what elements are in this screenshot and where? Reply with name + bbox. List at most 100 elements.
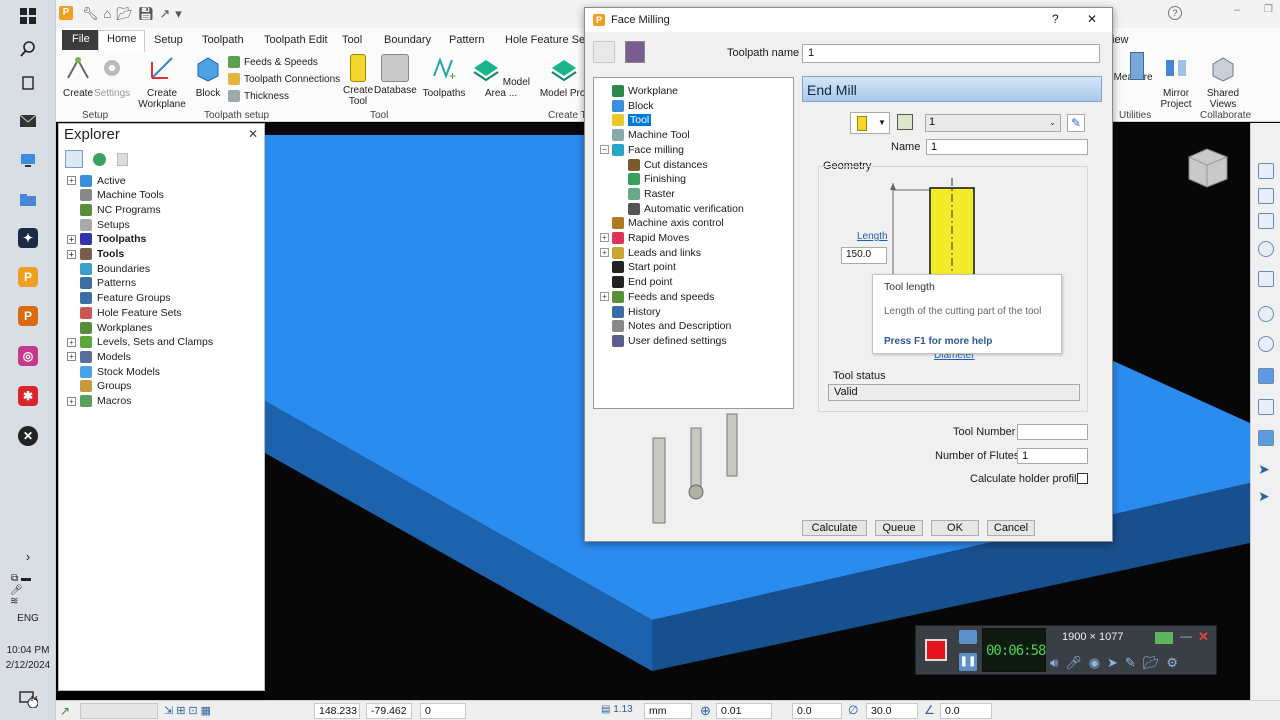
view-side-icon[interactable] <box>1258 213 1274 229</box>
flutes-input[interactable]: 1 <box>1017 448 1088 464</box>
cancel-button[interactable]: Cancel <box>987 520 1035 536</box>
tool-number-input[interactable] <box>1017 424 1088 440</box>
dialog-tree-item[interactable]: Notes and Description <box>612 319 731 333</box>
tab-hole-feature-set[interactable]: Hole Feature Set <box>497 32 596 50</box>
record-stop-button[interactable] <box>925 639 947 661</box>
explorer-item[interactable]: + Levels, Sets and Clamps <box>67 335 213 350</box>
database-button[interactable]: Database <box>374 54 417 96</box>
dialog-tree-item[interactable]: End point <box>612 275 672 289</box>
explorer-item[interactable]: Setups <box>67 217 130 232</box>
camera-icon[interactable] <box>959 630 977 644</box>
tray-mic-icon[interactable]: 🎤︎ ≋ <box>10 585 32 607</box>
pause-icon[interactable]: ❚❚ <box>959 653 977 671</box>
explorer-item[interactable]: Workplanes <box>67 320 152 335</box>
dialog-help-button[interactable]: ? <box>1052 12 1059 26</box>
explorer-item[interactable]: + Models <box>67 349 131 364</box>
restore-button[interactable]: ❐ <box>1264 4 1273 15</box>
select-arrow-icon[interactable]: ➤ <box>1258 461 1274 477</box>
calculate-button[interactable]: Calculate <box>802 520 867 536</box>
create-tool-button[interactable]: Create Tool <box>340 54 376 107</box>
dialog-tree-item[interactable]: Raster <box>628 187 675 201</box>
dialog-tree-item[interactable]: Start point <box>612 260 676 274</box>
dialog-tree-item[interactable]: − Face milling <box>600 143 684 157</box>
create-workplane-button[interactable]: Create Workplane <box>134 54 190 110</box>
toolpath-settings-icon[interactable] <box>593 41 615 63</box>
expand-toggle-icon[interactable]: + <box>600 291 609 301</box>
tab-setup[interactable]: Setup <box>146 32 191 50</box>
windows-start-icon[interactable] <box>17 5 39 27</box>
mail-icon[interactable] <box>17 110 39 132</box>
recorder-tools[interactable]: 🔊︎🎤︎◉➤✎📂︎⚙ <box>1050 655 1185 671</box>
length-input[interactable]: 150.0 <box>841 247 887 264</box>
dialog-tree-item[interactable]: Tool <box>612 113 652 127</box>
expand-toggle-icon[interactable]: + <box>67 337 76 347</box>
mirror-project-button[interactable]: Mirror Project <box>1156 54 1196 110</box>
dialog-tree-item[interactable]: + Feeds and speeds <box>600 290 714 304</box>
powermill-icon[interactable]: P <box>18 267 38 287</box>
shared-views-button[interactable]: Shared Views <box>1201 54 1245 110</box>
toolpath-name-input[interactable]: 1 <box>802 44 1100 63</box>
expand-toggle-icon[interactable]: + <box>67 249 76 259</box>
create-button[interactable]: Create <box>60 54 96 99</box>
clock-date[interactable]: 2/12/2024 <box>0 660 56 671</box>
tab-tool[interactable]: Tool <box>334 32 370 50</box>
photo-app-icon[interactable]: ✦ <box>18 228 38 248</box>
task-view-icon[interactable] <box>17 72 39 94</box>
explorer-item[interactable]: Groups <box>67 379 131 394</box>
app-icon[interactable]: ◎ <box>18 346 38 366</box>
holder-profile-checkbox[interactable] <box>1077 473 1088 484</box>
chevron-right-icon[interactable]: › <box>17 545 39 567</box>
zoom-extents-icon[interactable] <box>1258 336 1274 352</box>
autodesk-icon[interactable]: ✱ <box>18 386 38 406</box>
dialog-tree-item[interactable]: + Leads and links <box>600 246 701 260</box>
tab-toolpath[interactable]: Toolpath <box>194 32 252 50</box>
dialog-tree-item[interactable]: Cut distances <box>628 158 708 172</box>
search-icon[interactable] <box>17 38 39 60</box>
queue-button[interactable]: Queue <box>875 520 923 536</box>
tool-type-selector[interactable]: ▼ <box>850 112 890 134</box>
explorer-delete-icon[interactable] <box>117 153 128 166</box>
xbox-icon[interactable]: ✕ <box>18 426 38 446</box>
toolpath-connections-button[interactable]: Toolpath Connections <box>228 73 340 85</box>
explorer-item[interactable]: Stock Models <box>67 364 160 379</box>
tab-toolpath-edit[interactable]: Toolpath Edit <box>256 32 336 50</box>
close-icon[interactable]: ✕ <box>1198 629 1209 645</box>
clock-time[interactable]: 10:04 PM <box>0 645 56 656</box>
explorer-item[interactable]: Boundaries <box>67 261 150 276</box>
zoom-icon[interactable] <box>1258 241 1274 257</box>
tab-home[interactable]: Home <box>98 30 146 52</box>
help-icon[interactable]: ? <box>1168 6 1182 20</box>
dialog-tree-item[interactable]: User defined settings <box>612 334 727 348</box>
tool-holder-icon[interactable] <box>897 114 913 130</box>
edit-tool-pencil-icon[interactable]: ✎ <box>1067 114 1085 132</box>
minimize-button[interactable]: ‒ <box>1234 4 1240 16</box>
green-window-icon[interactable] <box>1155 632 1173 644</box>
tool-name-input[interactable]: 1 <box>926 139 1088 155</box>
explorer-item[interactable]: + Tools <box>67 247 124 262</box>
monitor-icon[interactable] <box>17 150 39 172</box>
expand-toggle-icon[interactable]: + <box>67 396 76 406</box>
model-area-button[interactable]: Model Area ... <box>470 54 532 99</box>
tab-file[interactable]: File <box>62 30 100 50</box>
view-cube-icon[interactable] <box>1185 145 1231 191</box>
dialog-tree-item[interactable]: Workplane <box>612 84 678 98</box>
explorer-item[interactable]: + Active <box>67 173 126 188</box>
length-link[interactable]: Length <box>857 231 888 242</box>
explorer-item[interactable]: + Macros <box>67 394 131 409</box>
folder-icon[interactable] <box>17 189 39 211</box>
explorer-tree-view-icon[interactable] <box>65 150 83 168</box>
expand-toggle-icon[interactable]: + <box>600 233 609 242</box>
toolpath-preview-icon[interactable] <box>625 41 645 63</box>
expand-toggle-icon[interactable]: + <box>600 247 609 257</box>
shaded-wire-icon[interactable] <box>1258 430 1274 446</box>
explorer-item[interactable]: Feature Groups <box>67 291 171 306</box>
dialog-tree-item[interactable]: Machine axis control <box>612 216 724 230</box>
settings-button[interactable]: Settings <box>94 54 130 99</box>
select-pointer-icon[interactable]: ➤ <box>1258 488 1274 504</box>
explorer-item[interactable]: Hole Feature Sets <box>67 305 182 320</box>
dialog-tree-item[interactable]: Automatic verification <box>628 202 744 216</box>
dialog-close-button[interactable]: ✕ <box>1087 12 1097 26</box>
wireframe-icon[interactable] <box>1258 399 1274 415</box>
view-front-icon[interactable] <box>1258 188 1274 204</box>
toolpaths-button[interactable]: + Toolpaths <box>422 54 466 99</box>
